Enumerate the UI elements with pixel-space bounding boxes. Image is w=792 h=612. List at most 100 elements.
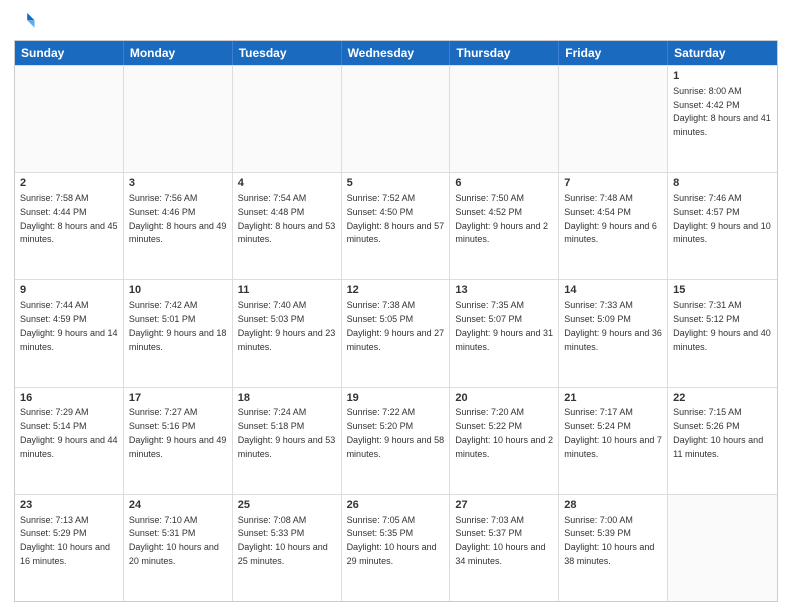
- daylight-text: Daylight: 9 hours and 23 minutes.: [238, 328, 336, 352]
- calendar-body: 1Sunrise: 8:00 AMSunset: 4:42 PMDaylight…: [15, 65, 777, 601]
- daylight-text: Daylight: 10 hours and 7 minutes.: [564, 435, 662, 459]
- day-number: 28: [564, 498, 662, 513]
- sunrise-text: Sunrise: 7:22 AM: [347, 407, 416, 417]
- day-number: 26: [347, 498, 445, 513]
- calendar-day-cell: 21Sunrise: 7:17 AMSunset: 5:24 PMDayligh…: [559, 388, 668, 494]
- daylight-text: Daylight: 8 hours and 53 minutes.: [238, 221, 336, 245]
- page-header: [14, 10, 778, 32]
- sunrise-text: Sunrise: 7:10 AM: [129, 515, 198, 525]
- logo-icon: [14, 10, 36, 32]
- sunset-text: Sunset: 5:37 PM: [455, 528, 522, 538]
- sunset-text: Sunset: 5:07 PM: [455, 314, 522, 324]
- sunset-text: Sunset: 4:52 PM: [455, 207, 522, 217]
- day-number: 12: [347, 283, 445, 298]
- day-number: 15: [673, 283, 772, 298]
- sunrise-text: Sunrise: 7:52 AM: [347, 193, 416, 203]
- day-number: 22: [673, 391, 772, 406]
- calendar-day-cell: 27Sunrise: 7:03 AMSunset: 5:37 PMDayligh…: [450, 495, 559, 601]
- daylight-text: Daylight: 8 hours and 49 minutes.: [129, 221, 227, 245]
- calendar-day-cell: 16Sunrise: 7:29 AMSunset: 5:14 PMDayligh…: [15, 388, 124, 494]
- day-number: 1: [673, 69, 772, 84]
- calendar-day-cell: 24Sunrise: 7:10 AMSunset: 5:31 PMDayligh…: [124, 495, 233, 601]
- day-number: 17: [129, 391, 227, 406]
- sunset-text: Sunset: 4:59 PM: [20, 314, 87, 324]
- day-number: 9: [20, 283, 118, 298]
- calendar-day-cell: 4 Sunrise: 7:54 AM Sunset: 4:48 PM Daylight…: [233, 173, 342, 279]
- sunset-text: Sunset: 5:16 PM: [129, 421, 196, 431]
- day-number: 4: [238, 176, 336, 191]
- day-number: 10: [129, 283, 227, 298]
- calendar-day-cell: 17Sunrise: 7:27 AM Sunset: 5:16 PM Dayligh…: [124, 388, 233, 494]
- daylight-text: Daylight: 10 hours and 38 minutes.: [564, 542, 654, 566]
- daylight-text: Daylight: 9 hours and 40 minutes.: [673, 328, 771, 352]
- sunrise-text: Sunrise: 7:35 AM: [455, 300, 524, 310]
- daylight-text: Daylight: 10 hours and 2 minutes.: [455, 435, 553, 459]
- sunset-text: Sunset: 4:48 PM: [238, 207, 305, 217]
- sunset-text: Sunset: 5:20 PM: [347, 421, 414, 431]
- sunset-text: Sunset: 4:42 PM: [673, 100, 740, 110]
- daylight-text: Daylight: 9 hours and 58 minutes.: [347, 435, 445, 459]
- sunset-text: Sunset: 4:50 PM: [347, 207, 414, 217]
- calendar-week-row: 2Sunrise: 7:58 AMSunset: 4:44 PMDaylight…: [15, 172, 777, 279]
- day-number: 25: [238, 498, 336, 513]
- sunrise-text: Sunrise: 7:44 AM: [20, 300, 89, 310]
- daylight-text: Daylight: 9 hours and 36 minutes.: [564, 328, 662, 352]
- calendar-day-cell: 22Sunrise: 7:15 AMSunset: 5:26 PMDayligh…: [668, 388, 777, 494]
- daylight-text: Daylight: 9 hours and 53 minutes.: [238, 435, 336, 459]
- sunset-text: Sunset: 5:09 PM: [564, 314, 631, 324]
- sunset-text: Sunset: 5:12 PM: [673, 314, 740, 324]
- sunrise-text: Sunrise: 7:54 AM: [238, 193, 307, 203]
- weekday-header: Wednesday: [342, 41, 451, 65]
- sunrise-text: Sunrise: 7:05 AM: [347, 515, 416, 525]
- empty-cell: [450, 66, 559, 172]
- daylight-text: Daylight: 9 hours and 27 minutes.: [347, 328, 445, 352]
- sunset-text: Sunset: 5:03 PM: [238, 314, 305, 324]
- sunrise-text: Sunrise: 7:48 AM: [564, 193, 633, 203]
- calendar-day-cell: 23Sunrise: 7:13 AMSunset: 5:29 PMDayligh…: [15, 495, 124, 601]
- daylight-text: Daylight: 8 hours and 45 minutes.: [20, 221, 118, 245]
- empty-cell: [233, 66, 342, 172]
- calendar-day-cell: 15Sunrise: 7:31 AMSunset: 5:12 PMDayligh…: [668, 280, 777, 386]
- calendar-day-cell: 14Sunrise: 7:33 AMSunset: 5:09 PMDayligh…: [559, 280, 668, 386]
- calendar-day-cell: 2Sunrise: 7:58 AMSunset: 4:44 PMDaylight…: [15, 173, 124, 279]
- sunrise-text: Sunrise: 7:42 AM: [129, 300, 198, 310]
- calendar-day-cell: 8Sunrise: 7:46 AMSunset: 4:57 PMDaylight…: [668, 173, 777, 279]
- sunrise-text: Sunrise: 7:50 AM: [455, 193, 524, 203]
- calendar-day-cell: 18Sunrise: 7:24 AMSunset: 5:18 PMDayligh…: [233, 388, 342, 494]
- day-number: 24: [129, 498, 227, 513]
- day-number: 14: [564, 283, 662, 298]
- empty-cell: [668, 495, 777, 601]
- day-number: 13: [455, 283, 553, 298]
- day-number: 3: [129, 176, 227, 191]
- day-number: 23: [20, 498, 118, 513]
- daylight-text: Daylight: 10 hours and 20 minutes.: [129, 542, 219, 566]
- calendar-day-cell: 1Sunrise: 8:00 AMSunset: 4:42 PMDaylight…: [668, 66, 777, 172]
- weekday-header: Saturday: [668, 41, 777, 65]
- day-number: 16: [20, 391, 118, 406]
- calendar-day-cell: 20Sunrise: 7:20 AMSunset: 5:22 PMDayligh…: [450, 388, 559, 494]
- sunrise-text: Sunrise: 7:17 AM: [564, 407, 633, 417]
- day-number: 6: [455, 176, 553, 191]
- day-number: 8: [673, 176, 772, 191]
- sunset-text: Sunset: 5:18 PM: [238, 421, 305, 431]
- sunrise-text: Sunrise: 7:15 AM: [673, 407, 742, 417]
- calendar-day-cell: 28 Sunrise: 7:00 AM Sunset: 5:39 PM Dayligh…: [559, 495, 668, 601]
- sunrise-text: Sunrise: 7:13 AM: [20, 515, 89, 525]
- sunrise-text: Sunrise: 7:46 AM: [673, 193, 742, 203]
- empty-cell: [124, 66, 233, 172]
- sunset-text: Sunset: 4:57 PM: [673, 207, 740, 217]
- empty-cell: [15, 66, 124, 172]
- page-container: SundayMondayTuesdayWednesdayThursdayFrid…: [0, 0, 792, 612]
- calendar-day-cell: 10Sunrise: 7:42 AMSunset: 5:01 PMDayligh…: [124, 280, 233, 386]
- sunrise-text: Sunrise: 7:24 AM: [238, 407, 307, 417]
- sunrise-text: Sunrise: 7:00 AM: [564, 515, 633, 525]
- sunset-text: Sunset: 5:39 PM: [564, 528, 631, 538]
- sunrise-text: Sunrise: 7:58 AM: [20, 193, 89, 203]
- daylight-text: Daylight: 8 hours and 57 minutes.: [347, 221, 445, 245]
- daylight-text: Daylight: 10 hours and 11 minutes.: [673, 435, 763, 459]
- sunrise-text: Sunrise: 7:27 AM: [129, 407, 198, 417]
- sunset-text: Sunset: 5:35 PM: [347, 528, 414, 538]
- day-number: 5: [347, 176, 445, 191]
- calendar-header: SundayMondayTuesdayWednesdayThursdayFrid…: [15, 41, 777, 65]
- daylight-text: Daylight: 9 hours and 49 minutes.: [129, 435, 227, 459]
